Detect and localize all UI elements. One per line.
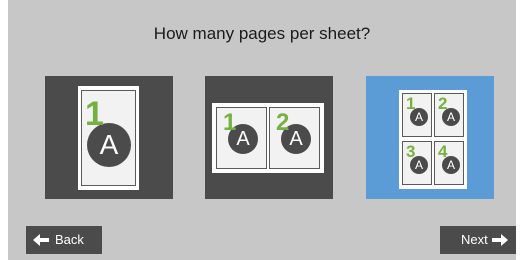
option-1-page-per-sheet[interactable]: A 1: [45, 76, 173, 199]
page-preview: A 3: [402, 141, 432, 185]
page-number: 2: [438, 94, 448, 113]
page-letter: A: [446, 110, 455, 124]
back-button-label: Back: [55, 232, 84, 247]
page-number: 4: [438, 142, 448, 161]
page-preview: A 1: [402, 93, 432, 137]
page-preview: A 4: [434, 141, 464, 185]
page-number: 1: [223, 109, 237, 136]
page-letter: A: [289, 128, 303, 150]
page-preview: A 1: [216, 107, 267, 169]
page-letter: A: [446, 158, 455, 172]
page-preview: A 1: [81, 90, 136, 186]
page-preview: A 2: [269, 107, 320, 169]
page-letter: A: [414, 110, 423, 124]
back-button[interactable]: Back: [26, 226, 102, 254]
arrow-right-icon: [492, 234, 508, 246]
sheet-preview: A 1 A 2 A 3 A 4: [399, 90, 467, 189]
next-button-label: Next: [461, 232, 488, 247]
page-number: 2: [276, 109, 290, 136]
page-number: 1: [406, 94, 416, 113]
sheet-preview: A 1 A 2: [212, 103, 324, 173]
print-layout-panel: How many pages per sheet? A 1 A 1 A 2 A …: [8, 0, 516, 260]
next-button[interactable]: Next: [440, 226, 516, 254]
option-4-pages-per-sheet[interactable]: A 1 A 2 A 3 A 4: [366, 76, 494, 199]
page-number: 3: [406, 142, 416, 161]
sheet-preview: A 1: [78, 86, 139, 190]
page-preview: A 2: [434, 93, 464, 137]
page-letter: A: [99, 129, 119, 160]
page-number: 1: [85, 95, 104, 133]
arrow-left-icon: [33, 234, 49, 246]
page-letter: A: [236, 128, 250, 150]
page-letter: A: [414, 158, 423, 172]
page-title: How many pages per sheet?: [153, 24, 371, 43]
option-2-pages-per-sheet[interactable]: A 1 A 2: [205, 76, 333, 199]
